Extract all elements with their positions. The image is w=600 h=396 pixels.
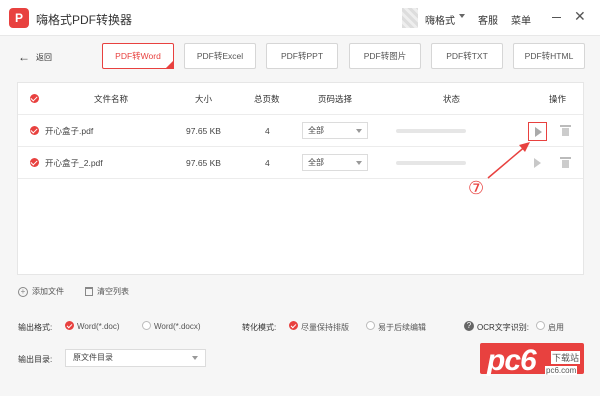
ocr-label: OCR文字识别: bbox=[477, 323, 529, 332]
mode-keep-layout-radio[interactable] bbox=[289, 321, 298, 330]
chevron-down-icon bbox=[192, 356, 198, 360]
watermark-logo: pc6 bbox=[487, 344, 537, 377]
output-dir-select[interactable]: 原文件目录 bbox=[65, 349, 206, 367]
output-format-label: 输出格式: bbox=[18, 323, 53, 332]
format-docx-label[interactable]: Word(*.docx) bbox=[154, 322, 201, 331]
mode-easy-edit-radio[interactable] bbox=[366, 321, 375, 330]
add-file-button[interactable]: + 添加文件 bbox=[18, 286, 64, 297]
output-dir-value: 原文件目录 bbox=[73, 353, 113, 362]
plus-icon: + bbox=[18, 286, 28, 297]
output-dir-label: 输出目录: bbox=[18, 355, 53, 364]
clear-list-label: 清空列表 bbox=[97, 287, 129, 296]
format-doc-label[interactable]: Word(*.doc) bbox=[77, 322, 120, 331]
format-docx-radio[interactable] bbox=[142, 321, 151, 330]
clear-list-button[interactable]: 清空列表 bbox=[85, 286, 129, 297]
add-file-label: 添加文件 bbox=[32, 287, 64, 296]
trash-icon bbox=[85, 287, 93, 296]
annotation-arrow bbox=[487, 142, 530, 179]
help-icon[interactable]: ? bbox=[464, 321, 474, 331]
ocr-enable-label[interactable]: 启用 bbox=[548, 322, 564, 333]
format-doc-radio[interactable] bbox=[65, 321, 74, 330]
watermark-url: pc6.com bbox=[545, 366, 578, 375]
annotation-number: ⑦ bbox=[468, 178, 485, 198]
mode-easy-edit-label[interactable]: 易于后续编辑 bbox=[378, 322, 426, 333]
convert-mode-label: 转化模式: bbox=[242, 323, 277, 332]
watermark-text: 下载站 bbox=[551, 351, 581, 364]
mode-keep-layout-label[interactable]: 尽量保持排版 bbox=[301, 322, 349, 333]
ocr-enable-radio[interactable] bbox=[536, 321, 545, 330]
